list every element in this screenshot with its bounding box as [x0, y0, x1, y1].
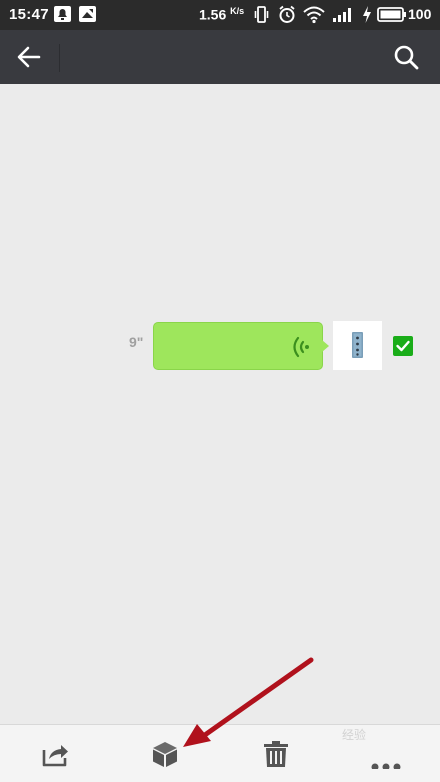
share-icon[interactable]: [40, 739, 70, 769]
status-time: 15:47: [9, 6, 49, 23]
voice-wave-icon: [293, 336, 309, 358]
app-bar-divider: [59, 44, 60, 72]
wifi-icon: [303, 6, 325, 24]
notification-image-icon: [79, 6, 96, 22]
favorite-box-icon[interactable]: [150, 739, 180, 769]
network-speed-value: 1.56: [199, 6, 227, 23]
more-dots-icon[interactable]: [370, 739, 402, 769]
bubble-tail: [322, 340, 329, 352]
status-bar: 15:47 1.56 K/s 100: [0, 0, 440, 30]
message-select-checkbox[interactable]: [393, 336, 413, 356]
watermark-text: 经验: [342, 728, 367, 742]
chat-area: [0, 84, 440, 724]
back-arrow-icon[interactable]: [15, 43, 43, 71]
search-icon[interactable]: [392, 43, 420, 71]
voice-duration: 9": [129, 334, 144, 350]
avatar-image: [352, 332, 363, 358]
notification-app-icon: [54, 6, 71, 22]
vibrate-icon: [254, 6, 269, 23]
voice-message-bubble[interactable]: [153, 322, 329, 370]
network-speed: 1.56 K/s: [199, 6, 244, 23]
bottom-action-bar: [0, 724, 440, 782]
charging-icon: [363, 6, 371, 23]
network-speed-unit: K/s: [230, 6, 245, 16]
app-bar: [0, 30, 440, 84]
alarm-icon: [279, 5, 295, 23]
signal-icon: [333, 8, 351, 22]
checkmark-icon: [396, 340, 410, 352]
battery-percent: 100: [408, 6, 432, 22]
avatar[interactable]: [333, 321, 382, 370]
delete-trash-icon[interactable]: [261, 739, 291, 769]
battery-icon: [377, 7, 406, 22]
